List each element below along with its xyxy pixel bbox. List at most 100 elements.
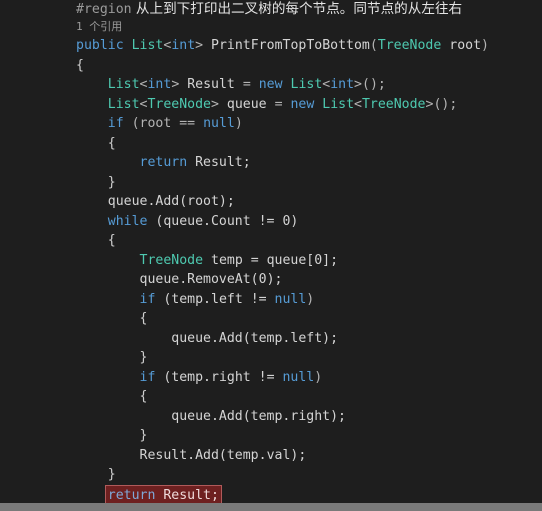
if-condition-close: ): [314, 369, 323, 385]
codelens-reference[interactable]: 1 个引用: [0, 19, 542, 36]
brace-close: }: [139, 350, 148, 365]
type-int: int: [171, 38, 196, 53]
keyword-return: return: [107, 487, 156, 503]
generic-arg-treenode: TreeNode: [147, 96, 212, 112]
code-line-queue-removeat[interactable]: queue.RemoveAt(0);: [0, 270, 542, 290]
ctor-call-tail: ();: [433, 96, 458, 112]
code-line-if-open-brace[interactable]: {: [0, 134, 542, 154]
statement-result-add-val: Result.Add(temp.val);: [139, 447, 307, 463]
code-line-method-signature[interactable]: public List<int> PrintFromTopToBottom(Tr…: [0, 36, 542, 56]
statement-queue-add-root: queue.Add(root);: [107, 194, 235, 209]
code-line-method-open-brace[interactable]: {: [0, 56, 542, 76]
brace-open: {: [107, 135, 116, 151]
horizontal-scrollbar-thumb[interactable]: [0, 503, 542, 511]
variable-result: Result: [187, 77, 235, 92]
code-content-area[interactable]: #region 从上到下打印出二叉树的每个节点。同节点的从左往右 1 个引用 p…: [0, 0, 542, 503]
if-condition-close: ): [234, 116, 243, 131]
keyword-while: while: [107, 213, 148, 229]
return-value-result: Result;: [155, 487, 219, 503]
keyword-new: new: [290, 96, 315, 112]
paren-close: ): [481, 38, 489, 53]
brace-open: {: [107, 233, 116, 248]
code-line-if-left-open-brace[interactable]: {: [0, 309, 542, 329]
param-type-treenode: TreeNode: [377, 38, 442, 53]
code-line-if-right-null[interactable]: if (temp.right != null): [0, 368, 542, 388]
ctor-generic-treenode: TreeNode: [361, 96, 426, 112]
type-list: List: [131, 38, 164, 53]
sp3: [251, 77, 259, 92]
sp2: [267, 97, 275, 112]
code-line-declare-result[interactable]: List<int> Result = new List<int>();: [0, 75, 542, 95]
brace-close: }: [139, 428, 148, 443]
if-condition-close: ): [306, 291, 315, 307]
code-line-while[interactable]: while (queue.Count != 0): [0, 212, 542, 232]
keyword-null: null: [274, 291, 307, 307]
space2: [203, 38, 211, 53]
code-line-queue-add-root[interactable]: queue.Add(root);: [0, 192, 542, 212]
keyword-if: if: [107, 116, 124, 131]
horizontal-scrollbar[interactable]: [0, 503, 542, 511]
brace-open: {: [76, 57, 84, 73]
brace-open: {: [139, 311, 148, 326]
code-line-return-final[interactable]: return Result;: [0, 484, 542, 503]
code-line-declare-temp[interactable]: TreeNode temp = queue[0];: [0, 251, 542, 271]
code-line-while-close-brace[interactable]: }: [0, 465, 542, 485]
brace-close: }: [107, 467, 116, 482]
code-line-if-left-close-brace[interactable]: }: [0, 348, 542, 368]
code-line-result-add-val[interactable]: Result.Add(temp.val);: [0, 446, 542, 466]
code-line-while-open-brace[interactable]: {: [0, 231, 542, 251]
ctor-list: List: [322, 96, 355, 112]
code-line-if-right-open-brace[interactable]: {: [0, 387, 542, 407]
return-value-result: Result;: [187, 155, 251, 170]
codelens-count: 1: [76, 20, 83, 33]
statement-queue-add-right: queue.Add(temp.right);: [171, 408, 346, 424]
codelens-label: 个引用: [89, 20, 123, 33]
if-condition-left: (root ==: [123, 116, 204, 131]
type-list: List: [107, 77, 140, 92]
code-line-region[interactable]: #region 从上到下打印出二叉树的每个节点。同节点的从左往右: [0, 0, 542, 19]
code-line-if-left-null[interactable]: if (temp.left != null): [0, 290, 542, 310]
region-comment: 从上到下打印出二叉树的每个节点。同节点的从左往右: [135, 1, 463, 17]
keyword-if: if: [139, 291, 156, 307]
brace-open: {: [139, 389, 148, 404]
code-line-queue-add-left[interactable]: queue.Add(temp.left);: [0, 329, 542, 349]
code-editor[interactable]: #region 从上到下打印出二叉树的每个节点。同节点的从左往右 1 个引用 p…: [0, 0, 542, 511]
code-line-return-early[interactable]: return Result;: [0, 153, 542, 173]
code-line-queue-add-right[interactable]: queue.Add(temp.right);: [0, 407, 542, 427]
generic-arg-int: int: [147, 77, 172, 92]
code-line-if-right-close-brace[interactable]: }: [0, 426, 542, 446]
generic-close: >: [211, 96, 219, 112]
ctor-generic-int: int: [330, 77, 355, 92]
code-line-declare-queue[interactable]: List<TreeNode> queue = new List<TreeNode…: [0, 95, 542, 115]
ctor-generic-open: <: [354, 96, 362, 112]
code-line-if-close-brace[interactable]: }: [0, 173, 542, 193]
keyword-public: public: [76, 38, 124, 53]
code-line-if-root-null[interactable]: if (root == null): [0, 114, 542, 134]
if-condition-left: (temp.right !=: [155, 369, 283, 385]
highlighted-statement[interactable]: return Result;: [104, 484, 222, 503]
while-condition: (queue.Count != 0): [147, 213, 299, 229]
temp-assignment: temp = queue[0];: [203, 252, 339, 268]
assign-operator: =: [274, 96, 283, 112]
sp: [219, 97, 227, 112]
assign-operator: =: [242, 77, 251, 92]
